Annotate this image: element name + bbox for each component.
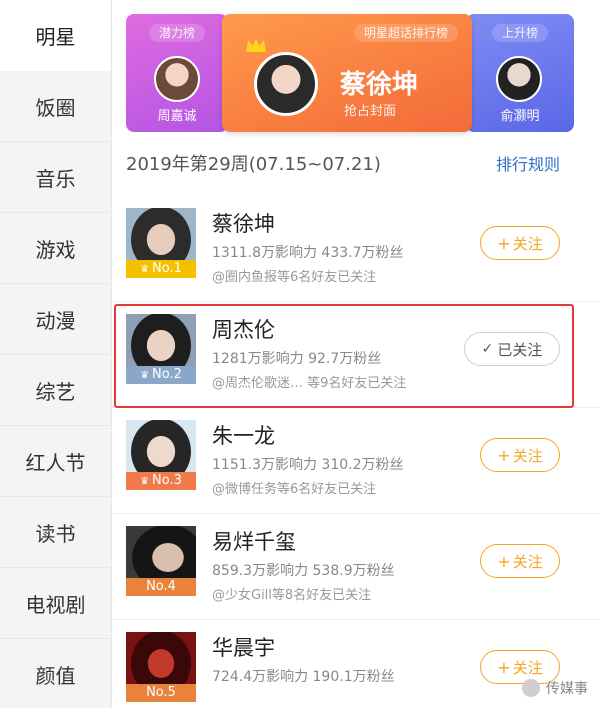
plus-icon: + <box>497 233 511 253</box>
rank-label: No.1 <box>152 261 182 276</box>
potential-list-card[interactable]: 潜力榜 周嘉诚 <box>126 14 228 132</box>
plus-icon: + <box>497 445 511 465</box>
follow-label: 关注 <box>512 446 543 465</box>
rank-badge: No.5 <box>126 684 196 702</box>
star-stats: 724.4万影响力 190.1万粉丝 <box>212 669 395 685</box>
plus-icon: + <box>497 551 511 571</box>
rank-badge: ♛ No.3 <box>126 472 196 490</box>
crown-icon <box>246 38 266 52</box>
ranking-main: 潜力榜 周嘉诚 明星超话排行榜 蔡徐坤 抢占封面 上升榜 俞灏明 2019年第2… <box>112 0 600 708</box>
card-star-name: 俞灏明 <box>500 109 540 124</box>
follow-button[interactable]: + 关注 <box>480 226 560 260</box>
sidebar-item-variety[interactable]: 综艺 <box>0 355 111 426</box>
ranking-row[interactable]: ♛ No.3 朱一龙 1151.3万影响力 310.2万粉丝 @微博任务等6名好友… <box>112 408 600 514</box>
rank-label: No.4 <box>146 579 176 594</box>
follow-label: 关注 <box>512 552 543 571</box>
week-label: 2019年第29周(07.15~07.21) <box>126 154 381 175</box>
super-topic-ranking-card[interactable]: 明星超话排行榜 蔡徐坤 抢占封面 <box>222 14 472 132</box>
sidebar-item-label: 明星 <box>35 24 76 49</box>
card-star-name: 蔡徐坤 <box>340 70 419 100</box>
sidebar-item-label: 红人节 <box>25 450 86 475</box>
card-tag: 上升榜 <box>491 24 548 42</box>
star-photo: No.4 <box>126 526 196 596</box>
rank-badge: No.4 <box>126 578 196 596</box>
star-stats: 1151.3万影响力 310.2万粉丝 <box>212 457 404 473</box>
star-stats: 1311.8万影响力 433.7万粉丝 <box>212 245 404 261</box>
sidebar-item-label: 饭圈 <box>35 95 76 120</box>
friends-followed: @周杰伦歌迷… 等9名好友已关注 <box>212 376 407 391</box>
star-photo: No.5 <box>126 632 196 702</box>
avatar <box>154 56 200 102</box>
sidebar-item-music[interactable]: 音乐 <box>0 142 111 213</box>
watermark-text: 传媒事 <box>546 681 588 697</box>
plus-icon: + <box>497 657 511 677</box>
crown-icon: ♛ <box>140 476 150 487</box>
sidebar-item-fandom[interactable]: 饭圈 <box>0 71 111 142</box>
follow-label: 已关注 <box>497 340 543 359</box>
avatar <box>254 52 318 116</box>
rising-list-card[interactable]: 上升榜 俞灏明 <box>466 14 574 132</box>
star-photo: ♛ No.1 <box>126 208 196 278</box>
rank-badge: ♛ No.2 <box>126 366 196 384</box>
star-name: 华晨宇 <box>212 636 275 660</box>
check-icon: ✓ <box>481 341 494 357</box>
star-stats: 1281万影响力 92.7万粉丝 <box>212 351 382 367</box>
sidebar-item-looks[interactable]: 颜值 <box>0 639 111 708</box>
star-stats: 859.3万影响力 538.9万粉丝 <box>212 563 395 579</box>
sidebar-item-anime[interactable]: 动漫 <box>0 284 111 355</box>
sidebar-item-label: 读书 <box>35 521 76 546</box>
follow-button[interactable]: + 关注 <box>480 438 560 472</box>
star-photo: ♛ No.3 <box>126 420 196 490</box>
card-tag: 潜力榜 <box>148 24 205 42</box>
star-photo: ♛ No.2 <box>126 314 196 384</box>
sidebar-item-influencer-festival[interactable]: 红人节 <box>0 426 111 497</box>
wechat-icon <box>522 679 540 697</box>
sidebar-item-label: 音乐 <box>35 166 76 191</box>
watermark: 传媒事 <box>522 678 588 698</box>
sidebar-item-label: 动漫 <box>35 308 76 333</box>
ranking-list: ♛ No.1 蔡徐坤 1311.8万影响力 433.7万粉丝 @圈内鱼报等6名好友… <box>112 196 600 708</box>
crown-icon: ♛ <box>140 370 150 381</box>
star-name: 易烊千玺 <box>212 530 296 554</box>
sidebar-item-reading[interactable]: 读书 <box>0 497 111 568</box>
crown-icon: ♛ <box>140 264 150 275</box>
ranking-row[interactable]: ♛ No.1 蔡徐坤 1311.8万影响力 433.7万粉丝 @圈内鱼报等6名好友… <box>112 196 600 302</box>
follow-button[interactable]: + 关注 <box>480 544 560 578</box>
star-name: 朱一龙 <box>212 424 275 448</box>
sidebar-item-tv-series[interactable]: 电视剧 <box>0 568 111 639</box>
friends-followed: @圈内鱼报等6名好友已关注 <box>212 270 377 285</box>
rank-badge: ♛ No.1 <box>126 260 196 278</box>
rank-label: No.2 <box>152 367 182 382</box>
card-subtitle: 抢占封面 <box>344 104 397 119</box>
card-star-name: 周嘉诚 <box>157 109 197 124</box>
card-tag: 明星超话排行榜 <box>353 24 458 42</box>
ranking-banner: 潜力榜 周嘉诚 明星超话排行榜 蔡徐坤 抢占封面 上升榜 俞灏明 <box>112 14 600 132</box>
follow-label: 关注 <box>512 658 543 677</box>
follow-label: 关注 <box>512 234 543 253</box>
friends-followed: @微博任务等6名好友已关注 <box>212 482 377 497</box>
sidebar-item-label: 综艺 <box>35 379 76 404</box>
category-sidebar: 明星 饭圈 音乐 游戏 动漫 综艺 红人节 读书 电视剧 颜值 <box>0 0 112 708</box>
sidebar-item-label: 电视剧 <box>25 592 86 617</box>
sidebar-item-games[interactable]: 游戏 <box>0 213 111 284</box>
star-name: 蔡徐坤 <box>212 212 275 236</box>
rank-label: No.5 <box>146 685 176 700</box>
avatar <box>496 56 542 102</box>
star-name: 周杰伦 <box>212 318 275 342</box>
sidebar-item-stars[interactable]: 明星 <box>0 0 111 71</box>
followed-button[interactable]: ✓ 已关注 <box>464 332 560 366</box>
sidebar-item-label: 游戏 <box>35 237 76 262</box>
ranking-row[interactable]: No.4 易烊千玺 859.3万影响力 538.9万粉丝 @少女Gill等8名好… <box>112 514 600 620</box>
friends-followed: @少女Gill等8名好友已关注 <box>212 588 372 603</box>
ranking-row[interactable]: ♛ No.2 周杰伦 1281万影响力 92.7万粉丝 @周杰伦歌迷… 等9名好友… <box>112 302 600 408</box>
ranking-rules-link[interactable]: 排行规则 <box>496 151 560 175</box>
rank-label: No.3 <box>152 473 182 488</box>
sidebar-item-label: 颜值 <box>35 663 76 688</box>
